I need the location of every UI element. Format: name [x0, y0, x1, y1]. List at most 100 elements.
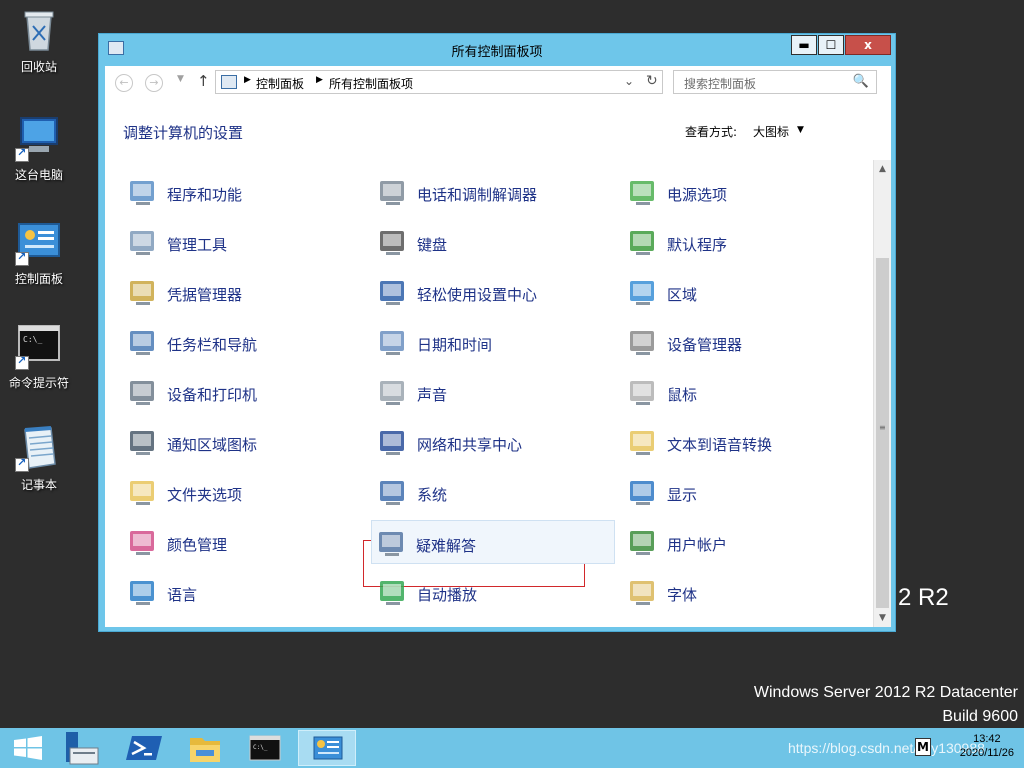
control-panel-item[interactable]: 电源选项: [623, 170, 863, 214]
command-prompt-button[interactable]: C:\_: [236, 730, 294, 766]
control-panel-item[interactable]: 键盘: [373, 220, 613, 264]
control-panel-item[interactable]: 自动播放: [373, 570, 613, 614]
system-icon: [377, 476, 409, 508]
fonts-icon: [627, 576, 659, 608]
control-panel-item[interactable]: 用户帐户: [623, 520, 863, 564]
control-panel-item[interactable]: 声音: [373, 370, 613, 414]
desktop-icon-command-prompt[interactable]: C:\_ 命令提示符: [4, 322, 74, 391]
breadcrumb-separator[interactable]: ▶: [244, 75, 251, 85]
control-panel-item[interactable]: 电话和调制解调器: [373, 170, 613, 214]
control-panel-item[interactable]: 文件夹选项: [123, 470, 363, 514]
forward-button[interactable]: →: [145, 74, 163, 92]
powershell-button[interactable]: [116, 730, 174, 766]
control-panel-item[interactable]: 管理工具: [123, 220, 363, 264]
up-button[interactable]: ↑: [197, 72, 210, 90]
minimize-button[interactable]: ▬: [791, 35, 817, 55]
control-panel-item-label: 程序和功能: [167, 186, 243, 204]
control-panel-item[interactable]: 网络和共享中心: [373, 420, 613, 464]
control-panel-item[interactable]: 凭据管理器: [123, 270, 363, 314]
desktop-icon-control-panel[interactable]: 控制面板: [4, 218, 74, 287]
control-panel-item[interactable]: 系统: [373, 470, 613, 514]
desktop-icon-label: 回收站: [20, 60, 57, 74]
view-by-label: 查看方式:: [685, 125, 738, 139]
vertical-scrollbar[interactable]: ▲ ≡ ▼: [873, 160, 891, 627]
search-input[interactable]: 搜索控制面板 🔍: [673, 70, 877, 94]
back-button[interactable]: ←: [115, 74, 133, 92]
server-manager-button[interactable]: [56, 730, 114, 766]
control-panel-item-label: 设备管理器: [667, 336, 743, 354]
user-accounts-icon: [627, 526, 659, 558]
control-panel-item[interactable]: 程序和功能: [123, 170, 363, 214]
power-options-icon: [627, 176, 659, 208]
control-panel-item-label: 日期和时间: [417, 336, 493, 354]
view-by-dropdown[interactable]: 大图标: [753, 123, 789, 140]
scroll-down-button[interactable]: ▼: [874, 609, 891, 627]
desktop-icon-recycle-bin[interactable]: 回收站: [4, 6, 74, 75]
breadcrumb-all-items[interactable]: 所有控制面板项: [329, 75, 413, 92]
control-panel-item[interactable]: 字体: [623, 570, 863, 614]
window-title: 所有控制面板项: [451, 45, 543, 60]
desktop-icon-this-pc[interactable]: 这台电脑: [4, 114, 74, 183]
clock-date: 2020/11/26: [959, 747, 1014, 759]
control-panel-item[interactable]: 区域: [623, 270, 863, 314]
control-panel-item-label: 用户帐户: [667, 536, 728, 554]
maximize-button[interactable]: ☐: [818, 35, 844, 55]
control-panel-icon: [313, 736, 343, 760]
control-panel-item-label: 颜色管理: [167, 536, 228, 554]
desktop-icon-label: 记事本: [20, 478, 57, 492]
control-panel-item-label: 声音: [417, 386, 448, 404]
control-panel-item-label: 凭据管理器: [167, 286, 243, 304]
autoplay-icon: [377, 576, 409, 608]
address-dropdown-button[interactable]: ⌄: [624, 74, 634, 88]
search-icon[interactable]: 🔍: [853, 74, 869, 89]
control-panel-item[interactable]: 轻松使用设置中心: [373, 270, 613, 314]
device-manager-icon: [627, 326, 659, 358]
desktop-icon-label: 控制面板: [14, 272, 63, 286]
breadcrumb-control-panel[interactable]: 控制面板: [256, 75, 304, 92]
control-panel-item[interactable]: 通知区域图标: [123, 420, 363, 464]
control-panel-item-label: 键盘: [417, 236, 448, 254]
control-panel-item[interactable]: 任务栏和导航: [123, 320, 363, 364]
control-panel-item[interactable]: 日期和时间: [373, 320, 613, 364]
input-method-indicator[interactable]: M: [915, 738, 931, 756]
desktop-icon-label: 命令提示符: [8, 376, 69, 390]
notepad-icon: [15, 424, 63, 472]
control-panel-item[interactable]: 默认程序: [623, 220, 863, 264]
breadcrumb-separator[interactable]: ▶: [316, 75, 323, 85]
control-panel-item[interactable]: 鼠标: [623, 370, 863, 414]
control-panel-item[interactable]: 设备管理器: [623, 320, 863, 364]
recent-locations-dropdown[interactable]: ▼: [177, 74, 184, 84]
start-button[interactable]: [0, 730, 58, 766]
refresh-icon[interactable]: ↻: [646, 73, 658, 89]
scroll-up-button[interactable]: ▲: [874, 160, 891, 178]
control-panel-item[interactable]: 疑难解答: [371, 520, 615, 564]
control-panel-item[interactable]: 文本到语音转换: [623, 420, 863, 464]
svg-text:C:\_: C:\_: [253, 744, 268, 751]
desktop-icon-notepad[interactable]: 记事本: [4, 424, 74, 493]
clock[interactable]: 13:42 2020/11/26: [960, 732, 1014, 760]
control-panel-item-label: 语言: [167, 586, 198, 604]
control-panel-item[interactable]: 设备和打印机: [123, 370, 363, 414]
file-explorer-button[interactable]: [176, 730, 234, 766]
control-panel-item[interactable]: 显示: [623, 470, 863, 514]
control-panel-item-label: 文本到语音转换: [667, 436, 773, 454]
date-time-icon: [377, 326, 409, 358]
control-panel-icon: [221, 75, 237, 89]
network-sharing-icon: [377, 426, 409, 458]
title-bar[interactable]: 所有控制面板项 ▬ ☐ x: [99, 34, 895, 64]
control-panel-item-label: 显示: [667, 486, 698, 504]
close-button[interactable]: x: [845, 35, 891, 55]
control-panel-item-label: 系统: [417, 486, 448, 504]
control-panel-item-label: 疑难解答: [416, 537, 477, 555]
scroll-thumb[interactable]: ≡: [876, 258, 889, 608]
control-panel-button[interactable]: [298, 730, 356, 766]
devices-printers-icon: [127, 376, 159, 408]
windows-start-icon: [14, 736, 42, 760]
control-panel-item[interactable]: 语言: [123, 570, 363, 614]
control-panel-item-label: 通知区域图标: [167, 436, 258, 454]
control-panel-item[interactable]: 颜色管理: [123, 520, 363, 564]
control-panel-item-label: 轻松使用设置中心: [417, 286, 538, 304]
address-bar[interactable]: ▶ 控制面板 ▶ 所有控制面板项 ⌄ ↻: [215, 70, 663, 94]
chevron-down-icon[interactable]: ▼: [797, 125, 804, 135]
server-manager-icon: [66, 732, 99, 765]
